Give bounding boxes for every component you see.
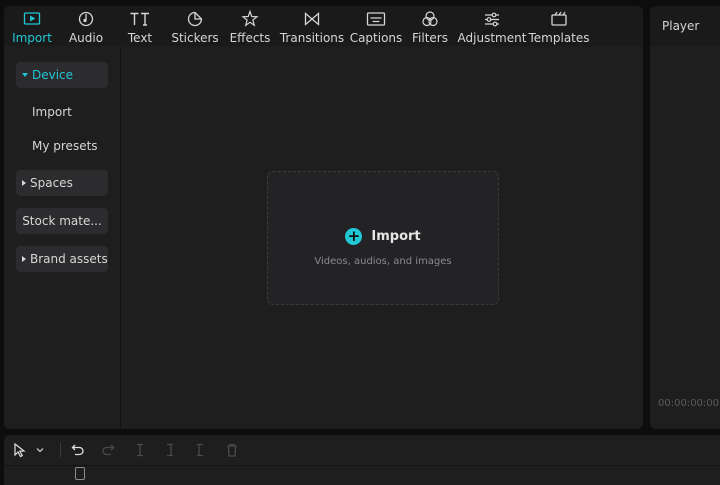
text-icon — [130, 12, 149, 26]
tab-import[interactable]: Import — [12, 6, 52, 46]
media-tabbar: Import Audio Text Stickers Effects Trans… — [4, 6, 643, 46]
captions-icon — [366, 12, 386, 26]
media-sidebar: Device Import My presets Spaces Stock ma… — [4, 46, 120, 429]
timeline-panel — [4, 435, 720, 485]
sidebar-item-my-presets[interactable]: My presets — [16, 133, 124, 159]
tab-label: Transitions — [279, 31, 345, 45]
expand-caret-icon — [22, 73, 28, 77]
undo-icon[interactable] — [70, 442, 86, 458]
sidebar-item-label: Device — [32, 68, 74, 82]
transitions-icon — [304, 12, 320, 26]
timeline-toolbar — [4, 435, 720, 466]
toolbar-divider — [60, 443, 61, 457]
plus-icon: + — [345, 228, 363, 245]
trim-left-icon[interactable] — [162, 442, 178, 458]
media-panel: Import Audio Text Stickers Effects Trans… — [4, 6, 643, 429]
split-icon[interactable] — [132, 442, 148, 458]
templates-icon — [551, 11, 567, 26]
delete-icon[interactable] — [224, 442, 240, 458]
tab-filters[interactable]: Filters — [412, 6, 448, 46]
sidebar-item-label: Stock mate... — [22, 214, 102, 228]
redo-icon[interactable] — [100, 442, 116, 458]
tab-label: Captions — [349, 31, 403, 45]
dropdown-chevron-icon[interactable] — [35, 442, 45, 458]
tab-label: Import — [12, 31, 52, 45]
import-subtitle: Videos, audios, and images — [314, 256, 452, 267]
stickers-icon — [187, 11, 203, 27]
import-dropzone[interactable]: + Import Videos, audios, and images — [267, 171, 499, 305]
tab-label: Filters — [412, 31, 448, 45]
tab-stickers[interactable]: Stickers — [170, 6, 220, 46]
sidebar-item-spaces[interactable]: Spaces — [16, 170, 108, 196]
tab-label: Effects — [229, 31, 271, 45]
collapse-caret-icon — [22, 180, 26, 186]
tab-label: Text — [127, 31, 153, 45]
import-label: Import — [371, 229, 421, 244]
sidebar-item-label: Brand assets — [30, 252, 108, 266]
import-icon — [23, 12, 41, 25]
sidebar-item-stock-materials[interactable]: Stock mate... — [16, 208, 108, 234]
sidebar-item-import[interactable]: Import — [16, 99, 124, 125]
player-header: Player — [650, 6, 720, 46]
player-timecode: 00:00:00:00 — [658, 398, 720, 409]
import-button[interactable]: + Import — [268, 228, 498, 245]
audio-icon — [78, 11, 94, 27]
tab-templates[interactable]: Templates — [528, 6, 590, 46]
tab-effects[interactable]: Effects — [228, 6, 272, 46]
sidebar-item-label: My presets — [32, 139, 98, 153]
sidebar-item-label: Import — [32, 105, 72, 119]
adjustment-icon — [485, 12, 499, 27]
tab-label: Templates — [528, 31, 590, 45]
tab-label: Audio — [68, 31, 104, 45]
sidebar-item-brand-assets[interactable]: Brand assets — [16, 246, 108, 272]
player-title: Player — [662, 19, 700, 33]
player-panel: Player 00:00:00:00 — [650, 6, 720, 429]
tab-transitions[interactable]: Transitions — [279, 6, 345, 46]
tab-label: Stickers — [171, 31, 219, 45]
playhead-handle[interactable] — [75, 467, 85, 480]
tab-label: Adjustment — [457, 31, 527, 45]
sidebar-item-device[interactable]: Device — [16, 62, 108, 88]
tab-captions[interactable]: Captions — [348, 6, 404, 46]
sidebar-item-label: Spaces — [30, 176, 73, 190]
filters-icon — [422, 11, 438, 27]
sidebar-divider — [120, 46, 121, 429]
trim-right-icon[interactable] — [192, 442, 208, 458]
tab-text[interactable]: Text — [120, 6, 160, 46]
select-arrow-icon[interactable] — [12, 442, 28, 458]
tab-adjustment[interactable]: Adjustment — [457, 6, 527, 46]
tab-audio[interactable]: Audio — [66, 6, 106, 46]
effects-icon — [241, 10, 259, 27]
collapse-caret-icon — [22, 256, 26, 262]
